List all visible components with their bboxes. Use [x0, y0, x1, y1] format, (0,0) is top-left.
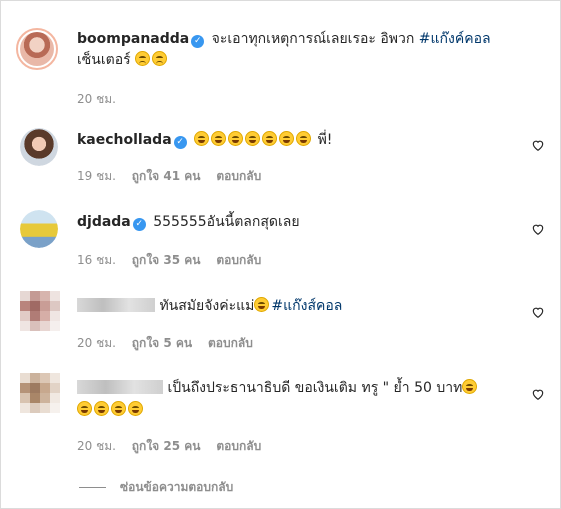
hashtag-link[interactable]: #แก๊งค์คอล — [419, 31, 491, 47]
comment-text: ทันสมัยจังค่ะแม่ #แก๊งส์คอล — [77, 296, 521, 317]
comment-text: djdada ✓ 555555อันนี้ตลกสุดเลย — [77, 212, 521, 233]
timestamp[interactable]: 20 ชม. — [77, 336, 116, 350]
timestamp[interactable]: 19 ชม. — [77, 169, 116, 183]
timestamp[interactable]: 16 ชม. — [77, 253, 116, 267]
comment-text: kaechollada ✓ พี่! — [77, 130, 521, 151]
reply-button[interactable]: ตอบกลับ — [216, 439, 261, 453]
comment-meta: 16 ชม. ถูกใจ 35 คน ตอบกลับ — [77, 251, 273, 270]
reply-button[interactable]: ตอบกลับ — [208, 336, 253, 350]
unamused-emoji-icon — [135, 51, 151, 66]
hide-replies-line — [79, 487, 106, 488]
reply-button[interactable]: ตอบกลับ — [216, 169, 261, 183]
laughing-emoji-icon — [94, 401, 109, 416]
laughing-emoji-icon — [111, 401, 126, 416]
laughing-emoji-icon — [262, 131, 278, 146]
avatar[interactable] — [20, 210, 58, 248]
laughing-emoji-icon — [462, 379, 478, 394]
likes-count[interactable]: ถูกใจ 41 คน — [132, 169, 201, 183]
comment-body: 555555อันนี้ตลกสุดเลย — [153, 214, 300, 230]
username[interactable]: kaechollada — [77, 132, 172, 148]
heart-outline-icon[interactable] — [531, 305, 545, 319]
blurred-username[interactable] — [77, 380, 163, 394]
verified-badge-icon: ✓ — [173, 136, 187, 149]
laughing-emoji-icon — [211, 131, 227, 146]
verified-badge-icon: ✓ — [191, 35, 205, 48]
heart-outline-icon[interactable] — [531, 138, 545, 152]
unamused-emoji-icon — [152, 51, 168, 66]
verified-badge-icon: ✓ — [132, 218, 146, 231]
laughing-emoji-icon — [245, 131, 261, 146]
heart-outline-icon[interactable] — [531, 387, 545, 401]
likes-count[interactable]: ถูกใจ 25 คน — [132, 439, 201, 453]
comment-body: เป็นถึงประธานาธิบดี ขอเงินเติม ทรู " ย้ำ… — [167, 380, 463, 396]
likes-count[interactable]: ถูกใจ 35 คน — [132, 253, 201, 267]
laughing-emoji-icon — [228, 131, 244, 146]
reply-button[interactable]: ตอบกลับ — [216, 253, 261, 267]
hashtag-link[interactable]: #แก๊งส์คอล — [271, 298, 342, 314]
hide-replies-button[interactable]: ซ่อนข้อความตอบกลับ — [120, 478, 233, 497]
comment-text: เป็นถึงประธานาธิบดี ขอเงินเติม ทรู " ย้ำ… — [77, 377, 521, 421]
comment-body: พี่! — [317, 132, 333, 148]
laughing-emoji-icon — [279, 131, 295, 146]
laughing-emoji-icon — [296, 131, 312, 146]
caption-body-cont: เซ็นเตอร์ — [77, 52, 131, 68]
laughing-emoji-icon — [128, 401, 143, 416]
caption-meta: 20 ชม. — [77, 90, 128, 109]
comment-meta: 20 ชม. ถูกใจ 5 คน ตอบกลับ — [77, 334, 265, 353]
caption-text: boompanadda ✓ จะเอาทุกเหตุการณ์เลยเรอะ อิ… — [77, 29, 521, 71]
blurred-username[interactable] — [77, 298, 155, 312]
comment-meta: 20 ชม. ถูกใจ 25 คน ตอบกลับ — [77, 437, 273, 456]
comment-body: ทันสมัยจังค่ะแม่ — [159, 298, 255, 314]
avatar[interactable] — [20, 128, 58, 166]
likes-count[interactable]: ถูกใจ 5 คน — [132, 336, 192, 350]
timestamp[interactable]: 20 ชม. — [77, 439, 116, 453]
timestamp[interactable]: 20 ชม. — [77, 92, 116, 106]
heart-outline-icon[interactable] — [531, 222, 545, 236]
comment-meta: 19 ชม. ถูกใจ 41 คน ตอบกลับ — [77, 167, 273, 186]
username[interactable]: boompanadda — [77, 31, 189, 47]
avatar[interactable] — [16, 28, 58, 70]
avatar[interactable] — [20, 291, 60, 331]
caption-body: จะเอาทุกเหตุการณ์เลยเรอะ อิพวก — [211, 31, 419, 47]
laughing-emoji-icon — [254, 297, 270, 312]
avatar[interactable] — [20, 373, 60, 413]
laughing-emoji-icon — [77, 401, 92, 416]
laughing-emoji-icon — [194, 131, 210, 146]
username[interactable]: djdada — [77, 214, 131, 230]
